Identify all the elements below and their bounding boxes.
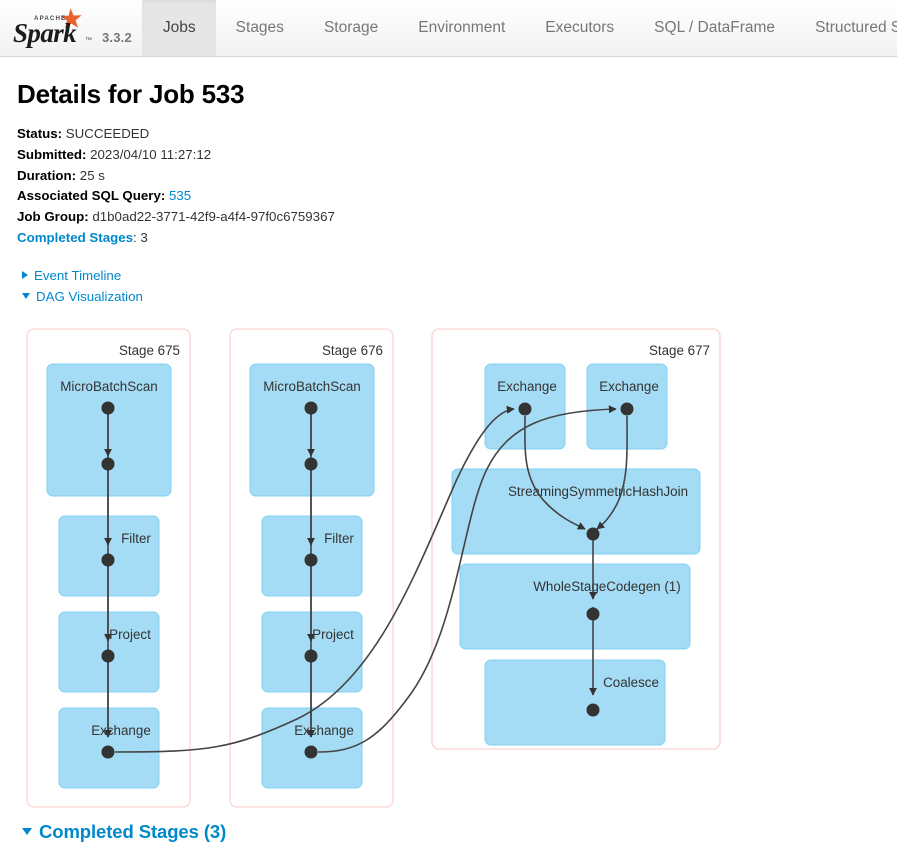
edge-dot (304, 649, 318, 663)
meta-job-group-value: d1b0ad22-3771-42f9-a4f4-97f0c6759367 (92, 209, 335, 225)
node-675-exchange-label: Exchange (91, 723, 151, 738)
tab-jobs-link[interactable]: Jobs (143, 0, 216, 56)
edge-dot (101, 553, 115, 567)
meta-submitted-value: 2023/04/10 11:27:12 (90, 146, 212, 162)
dag-visualization-toggle[interactable]: DAG Visualization (22, 286, 143, 307)
edge-dot (101, 457, 115, 471)
dag-visualization-label: DAG Visualization (36, 288, 143, 304)
page-title: Details for Job 533 (17, 79, 245, 109)
event-timeline-toggle[interactable]: Event Timeline (22, 265, 121, 286)
node-675-microbatchscan[interactable]: MicroBatchScan (46, 363, 172, 497)
tab-sql-dataframe[interactable]: SQL / DataFrame (634, 0, 795, 56)
node-676-filter-label: Filter (324, 531, 354, 546)
spark-version: 3.3.2 (102, 30, 132, 45)
cluster-stage-677-label: Stage 677 (649, 343, 710, 358)
tab-jobs[interactable]: Jobs (142, 0, 216, 56)
spark-logo-link[interactable]: APACHE Spark ™ 3.3.2 (0, 0, 143, 56)
edge-dot (304, 401, 318, 415)
toggle-section: Event Timeline DAG Visualization (17, 265, 880, 307)
dag-visualization-panel: Stage 675 Stage 676 Stage 677 MicroBatch… (17, 319, 897, 809)
edge-dot (101, 649, 115, 663)
job-meta-list: Status: SUCCEEDED Submitted: 2023/04/10 … (17, 124, 880, 249)
edge-dot (586, 527, 600, 541)
svg-text:™: ™ (85, 37, 92, 44)
page-content: Details for Job 533 Status: SUCCEEDED Su… (0, 79, 897, 843)
chevron-down-icon (22, 828, 32, 836)
meta-job-group: Job Group: d1b0ad22-3771-42f9-a4f4-97f0c… (17, 207, 880, 228)
top-navbar: APACHE Spark ™ 3.3.2 Jobs Stages Storage… (0, 0, 897, 57)
tab-structured-streaming-link[interactable]: Structured Streaming (795, 0, 897, 56)
meta-status-label: Status: (17, 126, 63, 141)
node-676-project-label: Project (312, 627, 354, 642)
node-677-coalesce-rect (484, 659, 666, 746)
edge-dot (101, 401, 115, 415)
completed-stages-heading: Completed Stages (3) (39, 820, 227, 842)
node-676-exchange-label: Exchange (294, 723, 354, 738)
edge-dot (586, 607, 600, 621)
node-677-streamingsymmetrichashjoin-label: StreamingSymmetricHashJoin (508, 484, 688, 499)
nav-tab-list: Jobs Stages Storage Environment Executor… (142, 0, 897, 56)
meta-duration: Duration: 25 s (17, 166, 880, 187)
dag-graph: Stage 675 Stage 676 Stage 677 MicroBatch… (26, 327, 721, 808)
spark-logo: APACHE Spark ™ (10, 6, 96, 48)
tab-executors[interactable]: Executors (525, 0, 634, 56)
event-timeline-label: Event Timeline (34, 267, 122, 283)
chevron-right-icon (22, 271, 28, 280)
tab-storage-link[interactable]: Storage (304, 0, 398, 56)
meta-submitted: Submitted: 2023/04/10 11:27:12 (17, 145, 880, 166)
tab-executors-link[interactable]: Executors (525, 0, 634, 56)
edge-dot (304, 745, 318, 759)
node-675-microbatchscan-label: MicroBatchScan (60, 379, 158, 394)
tab-stages[interactable]: Stages (216, 0, 304, 56)
node-675-filter-label: Filter (121, 531, 151, 546)
tab-structured-streaming[interactable]: Structured Streaming (795, 0, 897, 56)
cluster-stage-676-label: Stage 676 (322, 343, 383, 358)
node-676-microbatchscan[interactable]: MicroBatchScan (249, 363, 375, 497)
edge-dot (304, 457, 318, 471)
completed-stages-count: 3 (140, 229, 148, 245)
meta-duration-value: 25 s (79, 167, 105, 183)
meta-status: Status: SUCCEEDED (17, 124, 880, 145)
tab-environment[interactable]: Environment (398, 0, 525, 56)
node-675-project-label: Project (109, 627, 151, 642)
meta-sql-query-label: Associated SQL Query: (17, 188, 166, 204)
node-677-wholestagecodegen-rect (459, 563, 691, 650)
tab-environment-link[interactable]: Environment (398, 0, 525, 56)
node-677-exchange-right-label: Exchange (599, 379, 659, 394)
completed-stages-section-toggle[interactable]: Completed Stages (3) (22, 821, 226, 843)
meta-completed-stages: Completed Stages: 3 (17, 228, 880, 249)
node-676-microbatchscan-label: MicroBatchScan (263, 379, 361, 394)
meta-status-value: SUCCEEDED (65, 126, 150, 141)
meta-sql-query: Associated SQL Query: 535 (17, 186, 880, 207)
edge-dot (101, 745, 115, 759)
node-677-coalesce[interactable]: Coalesce (484, 659, 666, 746)
tab-stages-link[interactable]: Stages (216, 0, 304, 56)
tab-sql-dataframe-link[interactable]: SQL / DataFrame (634, 0, 795, 56)
edge-dot (620, 402, 634, 416)
node-677-streamingsymmetrichashjoin-rect (451, 468, 701, 555)
completed-stages-link[interactable]: Completed Stages (17, 230, 133, 245)
node-677-streamingsymmetrichashjoin[interactable]: StreamingSymmetricHashJoin (451, 468, 701, 555)
edge-dot (586, 703, 600, 717)
chevron-down-icon (22, 293, 30, 300)
cluster-stage-675-label: Stage 675 (119, 343, 180, 358)
node-677-wholestagecodegen-label: WholeStageCodegen (1) (533, 579, 680, 594)
edge-dot (518, 402, 532, 416)
edge-dot (304, 553, 318, 567)
meta-job-group-label: Job Group: (17, 209, 89, 225)
tab-storage[interactable]: Storage (304, 0, 398, 56)
node-677-exchange-left-label: Exchange (497, 379, 557, 394)
meta-duration-label: Duration: (17, 167, 77, 183)
meta-submitted-label: Submitted: (17, 146, 87, 162)
node-677-coalesce-label: Coalesce (603, 675, 659, 690)
svg-text:Spark: Spark (13, 18, 77, 48)
node-677-wholestagecodegen[interactable]: WholeStageCodegen (1) (459, 563, 691, 650)
sql-query-link[interactable]: 535 (169, 188, 191, 203)
